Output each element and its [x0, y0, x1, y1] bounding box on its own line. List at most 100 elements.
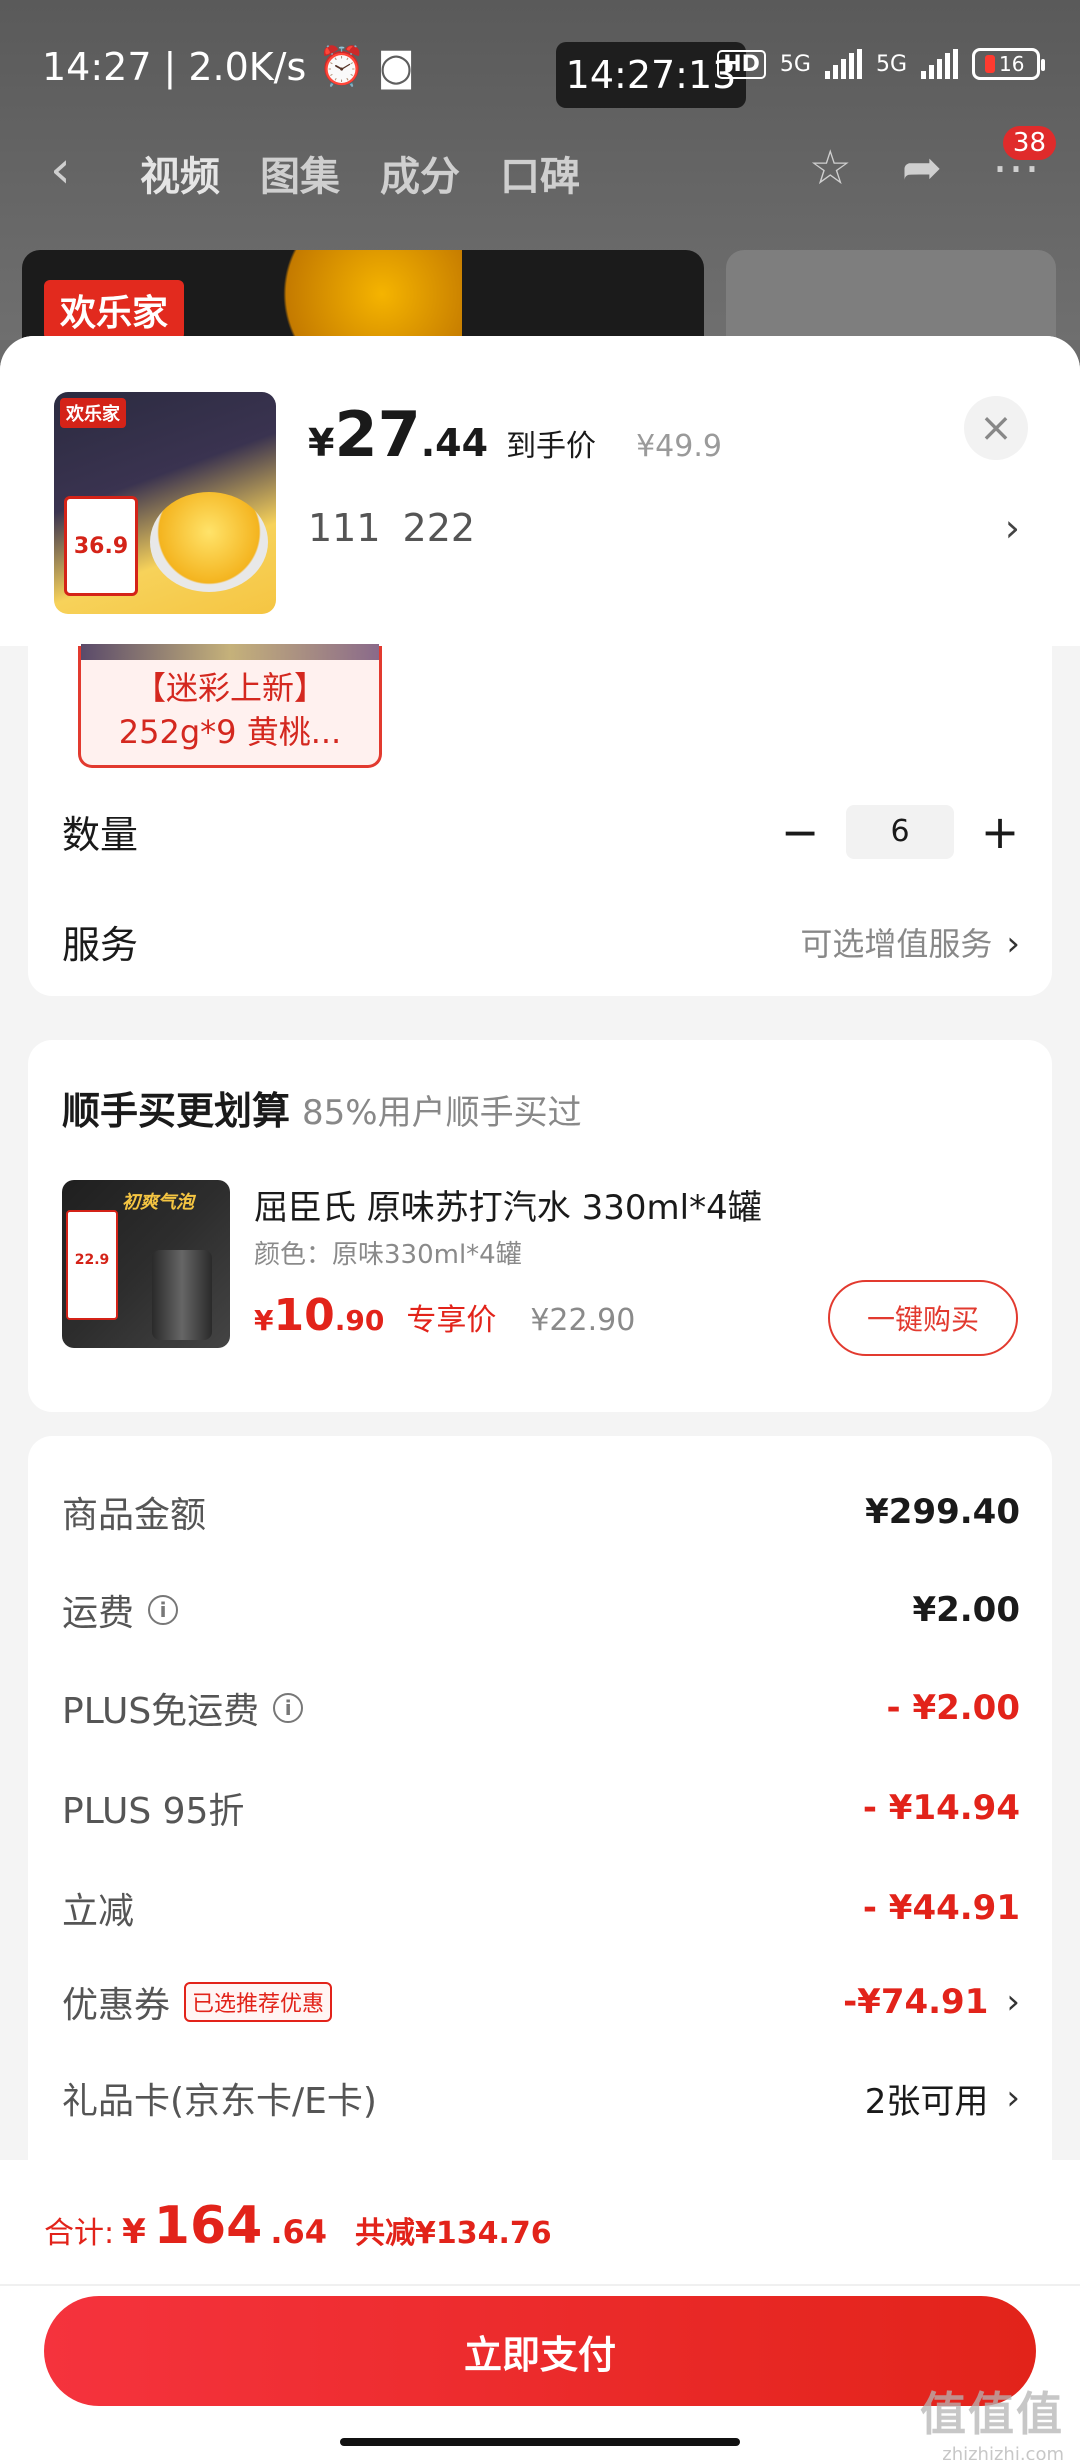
status-separator: | [163, 44, 177, 89]
original-price: ¥49.9 [636, 429, 722, 464]
recommended-coupon-tag: 已选推荐优惠 [184, 1982, 333, 2022]
favorite-star-icon[interactable]: ☆ [809, 140, 852, 196]
message-count-badge: 38 [1002, 126, 1056, 160]
fee-label-wrap: PLUS免运费 i [62, 1682, 304, 1734]
fee-row-coupon[interactable]: 优惠券 已选推荐优惠 -¥74.91 › [62, 1976, 1020, 2028]
back-icon[interactable]: ‹ [50, 140, 71, 200]
quantity-stepper: − 6 + [780, 804, 1020, 859]
fee-label: 立减 [62, 1891, 135, 1932]
chevron-right-icon: › [1006, 923, 1020, 964]
price-integer: 27 [334, 398, 421, 471]
addon-price: ¥10.90 [254, 1290, 384, 1341]
addon-price-decimal: .90 [334, 1304, 385, 1337]
fee-value: - ¥2.00 [886, 1688, 1021, 1728]
network-5g-label-2: 5G [875, 51, 907, 77]
brand-logo: 欢乐家 [44, 280, 185, 340]
addon-price-integer: 10 [273, 1290, 335, 1341]
tab-gallery[interactable]: 图集 [260, 144, 340, 202]
addon-thumb-price: 22.9 [66, 1210, 118, 1320]
service-row[interactable]: 服务 可选增值服务 › [62, 914, 1020, 969]
price-row: ¥27.44 到手价 ¥49.9 [308, 398, 722, 471]
thumb-peach-bowl [150, 492, 268, 592]
battery-icon: 16 [972, 48, 1045, 80]
total-label: 合计: [44, 2216, 115, 2251]
fee-row-plus-free-shipping: PLUS免运费 i - ¥2.00 [62, 1682, 1020, 1734]
close-button[interactable]: × [964, 396, 1028, 460]
pay-now-button[interactable]: 立即支付 [44, 2296, 1036, 2406]
addon-thumb-slogan: 初爽气泡 [122, 1192, 194, 1213]
service-hint-text: 可选增值服务 [800, 924, 993, 963]
signal-icon [824, 49, 862, 79]
status-bar: 14:27 | 2.0K/s ⏰ ◙ 14:27:13 HD 5G 5G 16 [0, 0, 1080, 130]
fee-row-instant-discount: 立减 - ¥44.91 [62, 1882, 1020, 1934]
soda-can-image [152, 1250, 212, 1340]
fee-row-plus-discount: PLUS 95折 - ¥14.94 [62, 1782, 1020, 1834]
price-currency: ¥ [308, 421, 335, 465]
fee-label: 运费 [62, 1593, 135, 1634]
fee-value: ¥299.40 [865, 1492, 1020, 1532]
selected-spec[interactable]: 111 222 [308, 506, 475, 550]
fee-value: -¥74.91 [843, 1982, 989, 2022]
quantity-label: 数量 [62, 813, 139, 857]
fee-value: - ¥14.94 [862, 1788, 1020, 1828]
close-icon: × [979, 405, 1013, 451]
spec-value-2: 222 [402, 506, 476, 550]
variant-line-2: 252g*9 黄桃... [118, 713, 342, 751]
addon-product-name[interactable]: 屈臣氏 原味苏打汽水 330ml*4罐 [254, 1180, 762, 1229]
fee-row-gift-card[interactable]: 礼品卡(京东卡/E卡) 2张可用 › [62, 2072, 1020, 2124]
network-5g-label: 5G [779, 51, 811, 77]
info-icon[interactable]: i [273, 1693, 304, 1723]
tab-reviews[interactable]: 口碑 [500, 144, 580, 202]
chevron-right-icon[interactable]: › [1005, 506, 1020, 550]
addon-price-currency: ¥ [254, 1304, 274, 1337]
status-time: 14:27 [42, 44, 152, 89]
options-card: 【迷彩上新】 252g*9 黄桃... 数量 − 6 + 服务 可选增值服务 › [28, 644, 1052, 996]
tab-video[interactable]: 视频 [140, 144, 220, 202]
increase-button[interactable]: + [980, 805, 1020, 859]
app-notification-icon: ◙ [377, 44, 415, 89]
fee-label-wrap: 运费 i [62, 1584, 179, 1636]
battery-level: 16 [999, 52, 1025, 76]
variant-line-1: 【迷彩上新】 [133, 669, 326, 707]
fee-label-wrap: 优惠券 已选推荐优惠 [62, 1976, 333, 2028]
share-icon[interactable]: ➦ [902, 140, 942, 196]
fee-label: PLUS 95折 [62, 1791, 245, 1832]
product-thumbnail[interactable]: 欢乐家 36.9 [54, 392, 276, 614]
home-indicator[interactable] [340, 2438, 740, 2446]
total-currency: ¥ [122, 2212, 146, 2252]
fee-row-subtotal: 商品金额 ¥299.40 [62, 1486, 1020, 1538]
addon-color: 颜色：原味330ml*4罐 [254, 1240, 522, 1270]
addon-title-text: 顺手买更划算 [62, 1089, 291, 1133]
divider [0, 2284, 1080, 2286]
checkout-footer: 合计: ¥ 164 .64 共减¥134.76 立即支付 [0, 2160, 1080, 2460]
fee-value: - ¥44.91 [862, 1888, 1020, 1928]
fee-label: 商品金额 [62, 1495, 207, 1536]
fee-value: ¥2.00 [912, 1590, 1020, 1630]
info-icon[interactable]: i [148, 1595, 179, 1625]
product-tabs: 视频 图集 成分 口碑 [140, 144, 580, 202]
quantity-input[interactable]: 6 [846, 804, 954, 859]
fee-label: 优惠券 [62, 1985, 171, 2026]
service-label: 服务 [62, 923, 139, 967]
total-discount: 共减¥134.76 [355, 2216, 552, 2251]
thumb-price-badge: 36.9 [64, 496, 138, 596]
final-price: ¥27.44 [308, 398, 488, 471]
addon-thumbnail[interactable]: 初爽气泡 22.9 [62, 1180, 230, 1348]
chevron-right-icon: › [1006, 2078, 1020, 2118]
signal-icon-2 [921, 49, 958, 79]
variant-option-selected[interactable]: 【迷彩上新】 252g*9 黄桃... [78, 644, 382, 768]
checkout-sheet: 欢乐家 36.9 ¥27.44 到手价 ¥49.9 × 111 222 › 【迷彩… [0, 336, 1080, 2460]
addon-price-tag: 专享价 [406, 1303, 497, 1338]
one-click-buy-button[interactable]: 一键购买 [828, 1280, 1018, 1356]
price-decimal: .44 [420, 421, 489, 465]
addon-title: 顺手买更划算 85%用户顺手买过 [62, 1080, 582, 1135]
thumb-brand-logo: 欢乐家 [60, 398, 126, 428]
watermark: 值值值 zhizhizhi.com [920, 2378, 1064, 2460]
tab-ingredients[interactable]: 成分 [380, 144, 460, 202]
total-decimal: .64 [270, 2213, 328, 2251]
addon-subtitle: 85%用户顺手买过 [302, 1093, 582, 1133]
decrease-button[interactable]: − [780, 805, 820, 859]
status-right: HD 5G 5G 16 [717, 48, 1045, 80]
total-row: 合计: ¥ 164 .64 共减¥134.76 [44, 2196, 552, 2256]
watermark-url: zhizhizhi.com [942, 2444, 1064, 2460]
